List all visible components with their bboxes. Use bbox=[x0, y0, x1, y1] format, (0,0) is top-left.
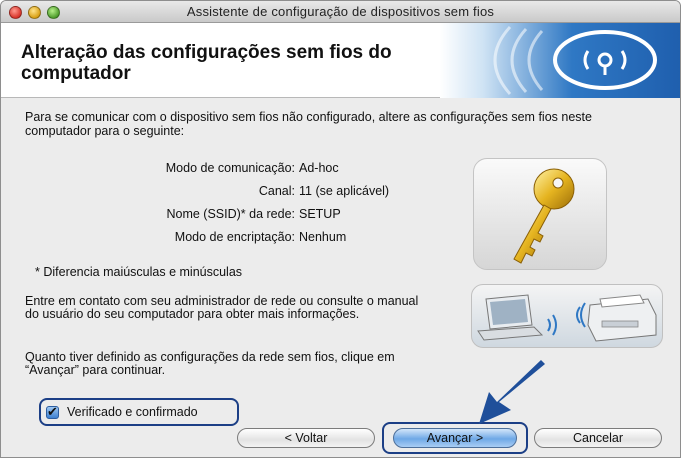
page-title-line1: Alteração das configurações sem fios do bbox=[21, 42, 392, 63]
setting-label: Modo de encriptação: bbox=[174, 230, 295, 244]
setting-label: Modo de comunicação: bbox=[165, 161, 295, 175]
setting-value: Ad-hoc bbox=[299, 161, 339, 175]
cancel-button[interactable]: Cancelar bbox=[534, 428, 662, 448]
setting-row-encryption: Modo de encriptação: Nenhum bbox=[1, 229, 461, 245]
devices-illustration bbox=[471, 284, 663, 348]
setting-row-channel: Canal: 11 (se aplicável) bbox=[1, 183, 461, 199]
confirm-checkbox-label[interactable]: Verificado e confirmado bbox=[67, 405, 198, 419]
setting-row-ssid: Nome (SSID)* da rede: SETUP bbox=[1, 206, 461, 222]
contact-admin-text: Entre em contato com seu administrador d… bbox=[25, 294, 419, 321]
case-sensitive-note: * Diferencia maiúsculas e minúsculas bbox=[35, 265, 243, 279]
setting-label: Nome (SSID)* da rede: bbox=[166, 207, 295, 221]
next-button[interactable]: Avançar > bbox=[393, 428, 517, 448]
laptop-printer-icon bbox=[477, 294, 657, 342]
page-title: Alteração das configurações sem fios do … bbox=[21, 42, 441, 84]
setting-value: Nenhum bbox=[299, 230, 347, 244]
wizard-header: Alteração das configurações sem fios do … bbox=[1, 23, 680, 98]
pointer-arrow-icon bbox=[479, 360, 545, 424]
confirm-checkbox-highlight: Verificado e confirmado bbox=[39, 398, 239, 426]
title-bar: Assistente de configuração de dispositiv… bbox=[1, 1, 680, 23]
confirm-checkbox[interactable] bbox=[46, 404, 59, 420]
wifi-banner bbox=[440, 23, 680, 98]
setup-wizard-window: Assistente de configuração de dispositiv… bbox=[0, 0, 681, 458]
continue-instruction: Quanto tiver definido as configurações d… bbox=[25, 350, 395, 377]
intro-text: Para se comunicar com o dispositivo sem … bbox=[25, 110, 592, 138]
key-illustration bbox=[473, 158, 607, 270]
page-title-line2: computador bbox=[21, 63, 131, 84]
key-icon bbox=[513, 168, 575, 264]
window-title: Assistente de configuração de dispositiv… bbox=[186, 4, 495, 19]
setting-value: SETUP bbox=[299, 207, 341, 221]
wifi-signal-icon bbox=[493, 25, 657, 95]
setting-value: 11 (se aplicável) bbox=[299, 184, 390, 198]
back-button[interactable]: < Voltar bbox=[237, 428, 375, 448]
setting-label: Canal: bbox=[258, 184, 295, 198]
wizard-content: Para se comunicar com o dispositivo sem … bbox=[1, 98, 680, 457]
setting-row-mode: Modo de comunicação: Ad-hoc bbox=[1, 160, 461, 176]
